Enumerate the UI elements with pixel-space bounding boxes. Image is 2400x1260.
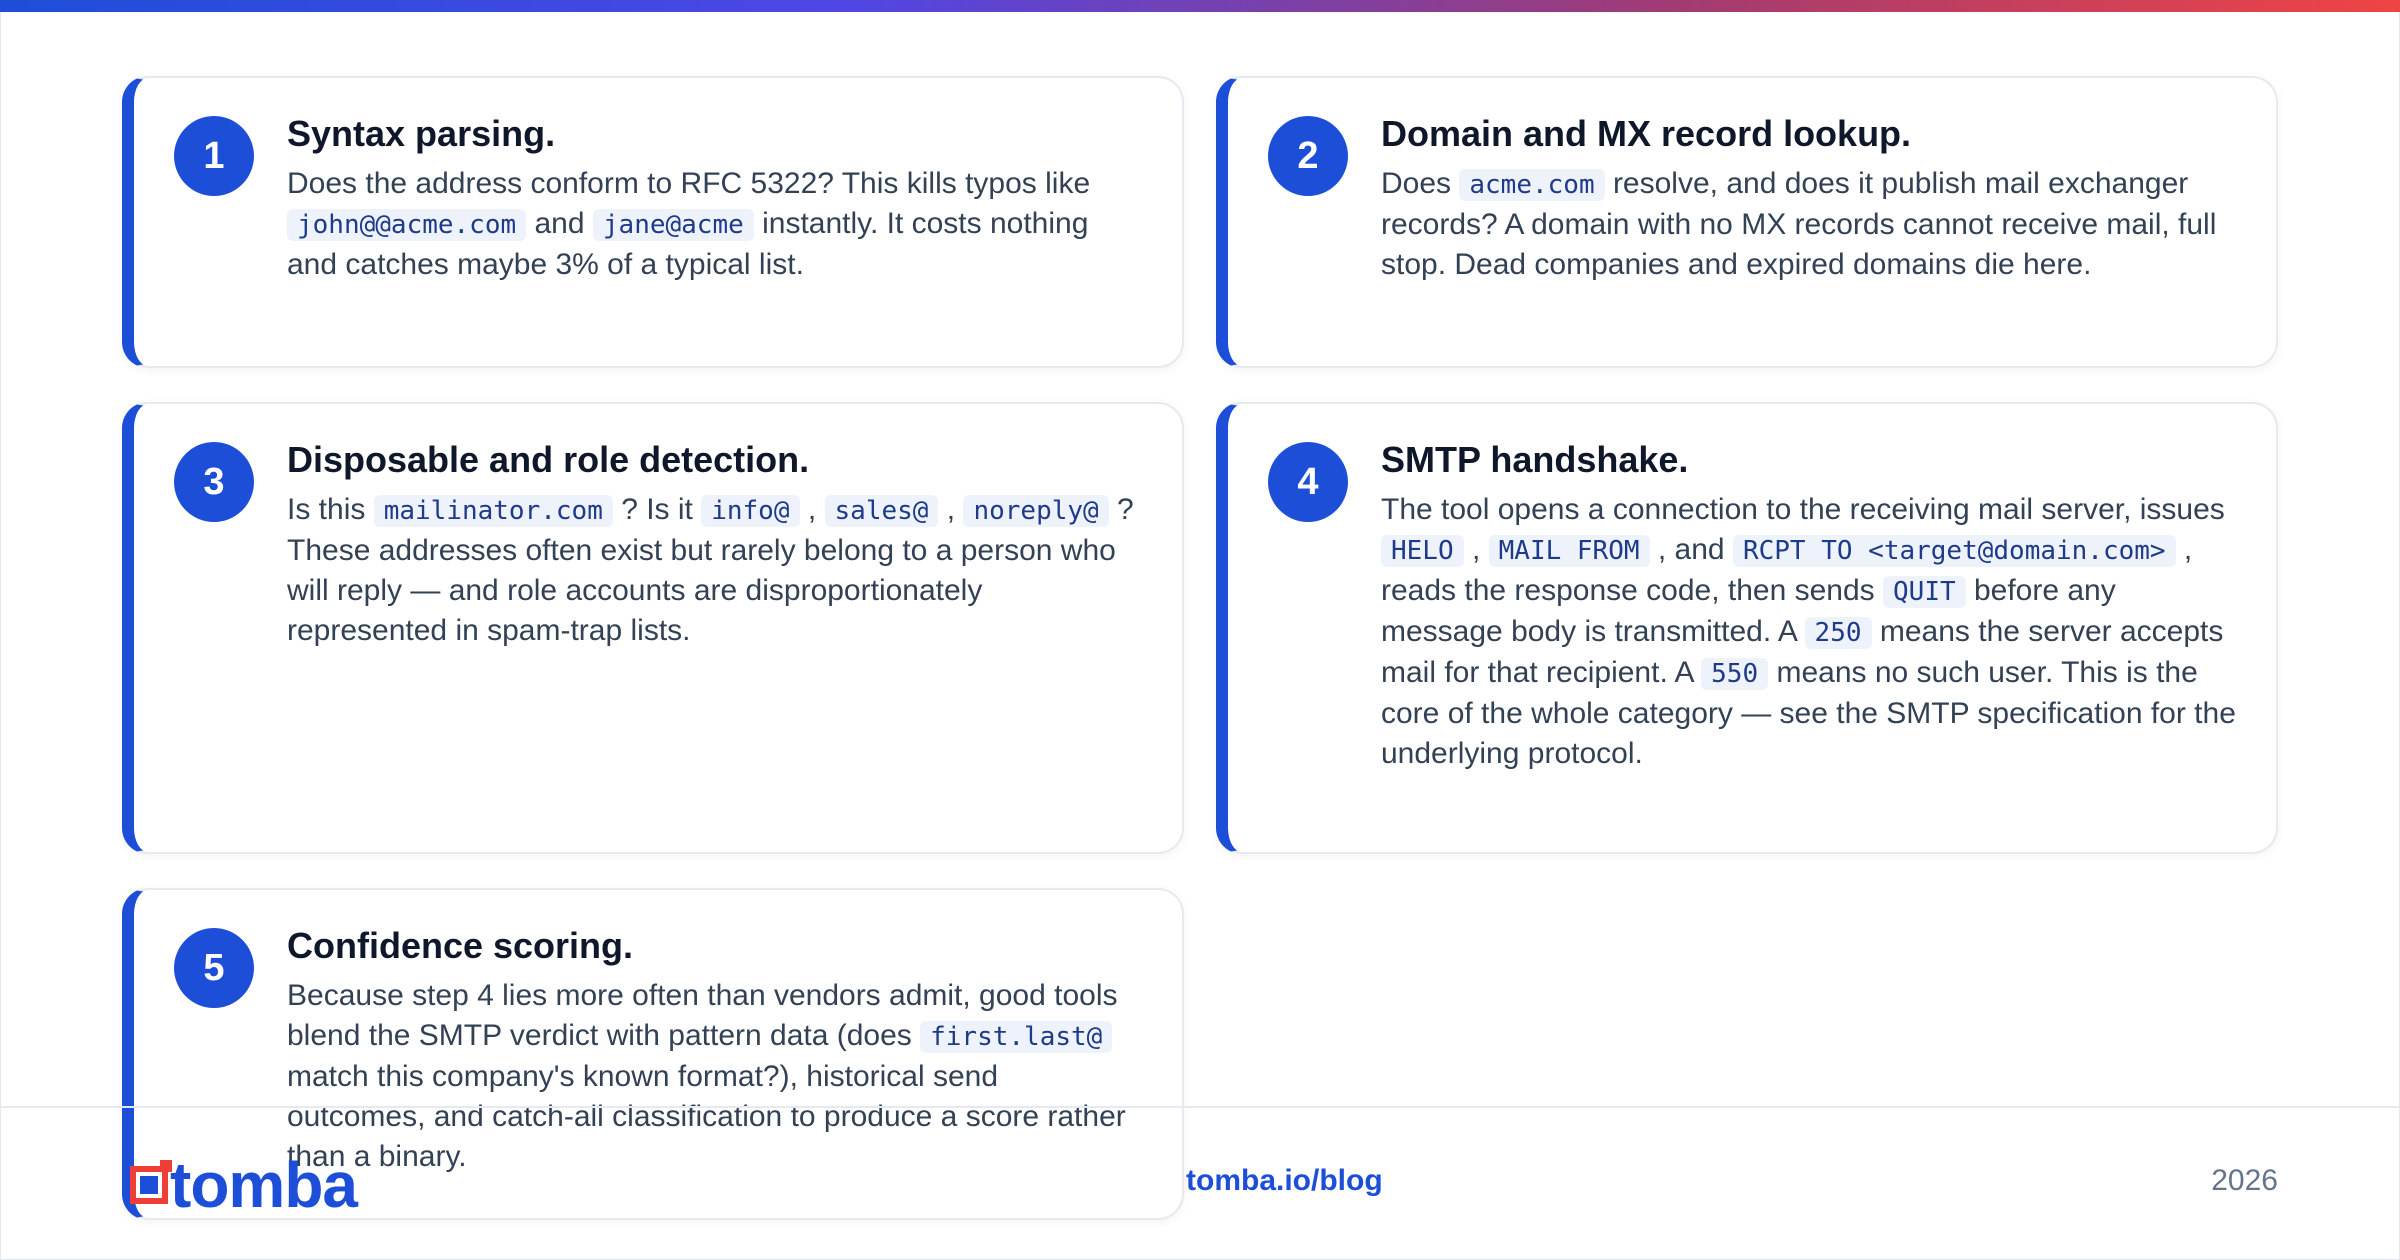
inline-code: MAIL FROM	[1488, 535, 1650, 567]
step-title: Domain and MX record lookup.	[1381, 113, 1912, 154]
step-number-badge: 3	[174, 442, 254, 522]
logo-wordmark: tomba	[170, 1149, 358, 1221]
inline-code: HELO	[1381, 535, 1464, 567]
step-body: Does the address conform to RFC 5322? Th…	[287, 167, 1091, 281]
footer-divider	[0, 1106, 2400, 1108]
inline-code: 250	[1804, 617, 1872, 649]
tomba-logo[interactable]: tomba	[130, 1149, 358, 1221]
step-title: SMTP handshake.	[1381, 439, 1689, 480]
blog-link[interactable]: tomba.io/blog	[1186, 1164, 1383, 1198]
step-title: Disposable and role detection.	[287, 439, 810, 480]
inline-code: 550	[1701, 658, 1769, 690]
inline-code: mailinator.com	[373, 495, 613, 527]
inline-code: jane@acme	[592, 209, 754, 241]
step-card-2: 2 Domain and MX record lookup. Does acme…	[1216, 76, 2278, 368]
step-title: Syntax parsing.	[287, 113, 556, 154]
step-card-4: 4 SMTP handshake. The tool opens a conne…	[1216, 402, 2278, 854]
step-title: Confidence scoring.	[287, 925, 634, 966]
tomba-logo-icon	[130, 1160, 172, 1204]
step-body: Is this mailinator.com ? Is it info@ , s…	[287, 493, 1134, 647]
inline-code: acme.com	[1459, 169, 1605, 201]
step-body: Because step 4 lies more often than vend…	[287, 979, 1126, 1173]
step-body: Does acme.com resolve, and does it publi…	[1381, 167, 2217, 281]
inline-code: first.last@	[920, 1021, 1113, 1053]
step-number-badge: 1	[174, 116, 254, 196]
inline-code: info@	[701, 495, 800, 527]
inline-code: noreply@	[963, 495, 1109, 527]
step-card-1: 1 Syntax parsing. Does the address confo…	[122, 76, 1184, 368]
footer-year: 2026	[2211, 1164, 2278, 1197]
step-number-badge: 5	[174, 928, 254, 1008]
inline-code: john@@acme.com	[287, 209, 527, 241]
step-number-badge: 2	[1268, 116, 1348, 196]
step-number-badge: 4	[1268, 442, 1348, 522]
inline-code: sales@	[824, 495, 939, 527]
step-card-3: 3 Disposable and role detection. Is this…	[122, 402, 1184, 854]
step-body: The tool opens a connection to the recei…	[1381, 493, 2236, 770]
top-gradient-bar	[0, 0, 2400, 12]
inline-code: RCPT TO <target@domain.com>	[1732, 535, 2176, 567]
inline-code: QUIT	[1883, 576, 1966, 608]
